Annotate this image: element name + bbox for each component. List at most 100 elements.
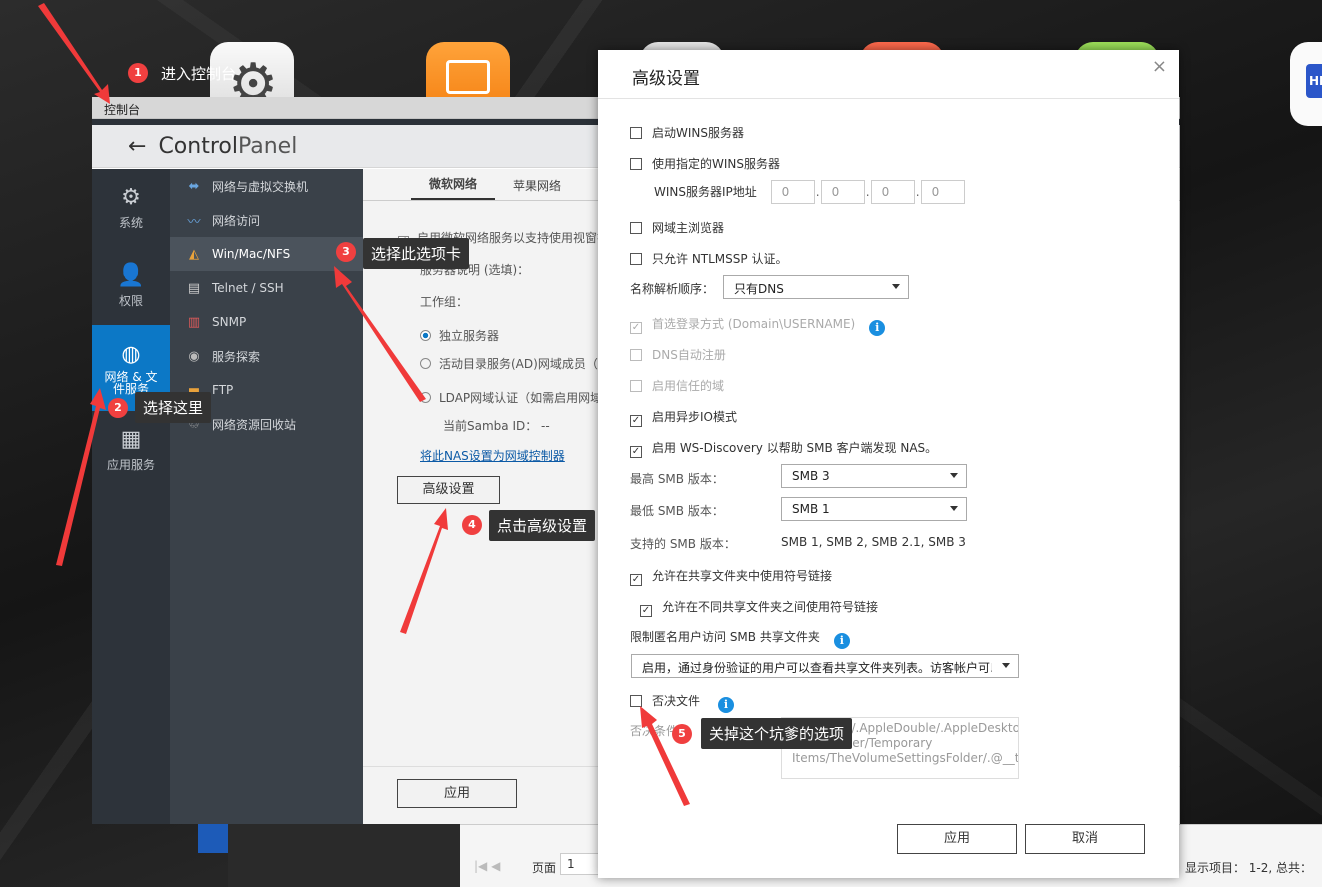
preferred-login-checkbox: ✓ [630, 322, 642, 334]
nav-item-system[interactable]: ⚙ 系统 [92, 169, 170, 247]
radio-standalone[interactable]: 独立服务器 [420, 327, 499, 344]
info-icon[interactable]: i [833, 633, 850, 649]
discovery-icon: ◉ [188, 348, 200, 364]
radio[interactable] [420, 330, 431, 341]
wins-ip-octet[interactable]: 0 [920, 180, 965, 204]
radio[interactable] [420, 358, 431, 369]
wins-ip-octet[interactable]: 0 [820, 180, 865, 204]
symlink-between-label: 允许在不同共享文件夹之间使用符号链接 [662, 600, 879, 614]
nav-item-privilege[interactable]: 👤 权限 [92, 247, 170, 325]
trusted-domain-checkbox [630, 380, 642, 392]
wins-ip-octet[interactable]: 0 [870, 180, 915, 204]
app-icon[interactable]: HI [1290, 42, 1322, 126]
annotation-label-4: 点击高级设置 [489, 510, 596, 541]
wins-enable-checkbox[interactable] [630, 127, 642, 139]
dialog-apply-button[interactable]: 应用 [897, 824, 1017, 854]
preferred-login-label: 首选登录方式 (Domain\USERNAME) [652, 317, 856, 331]
radio-ad[interactable]: 活动目录服务(AD)网域成员（如 [420, 355, 610, 372]
anon-access-select[interactable]: 启用，通过身份验证的用户可以查看共享文件夹列表。访客帐户可以访 [631, 654, 1019, 678]
chevron-down-icon [1002, 663, 1010, 668]
radio-label: 独立服务器 [439, 329, 500, 343]
domain-controller-link[interactable]: 将此NAS设置为网域控制器 [420, 447, 565, 464]
symlink-share-checkbox[interactable]: ✓ [630, 574, 642, 586]
chevron-down-icon [892, 284, 900, 289]
wins-enable-row[interactable]: 启动WINS服务器 [630, 124, 744, 141]
ws-discovery-checkbox[interactable]: ✓ [630, 446, 642, 458]
chevron-down-icon [950, 506, 958, 511]
domain-master-row[interactable]: 网域主浏览器 [630, 219, 724, 236]
sub-item-snmp[interactable]: ▥ SNMP [170, 305, 363, 339]
async-io-checkbox[interactable]: ✓ [630, 415, 642, 427]
bar-chart-icon: ▥ [187, 314, 201, 330]
annotation-number-3: 3 [336, 242, 356, 262]
chevron-down-icon [950, 473, 958, 478]
annotation-label-3: 选择此选项卡 [363, 238, 470, 269]
wins-use-checkbox[interactable] [630, 158, 642, 170]
info-icon[interactable]: i [869, 320, 886, 336]
sub-nav: ⬌ 网络与虚拟交换机 〰网络访问 ◭ Win/Mac/NFS ▤ Telnet / S… [170, 169, 363, 824]
ntlmssp-row[interactable]: 只允许 NTLMSSP 认证。 [630, 250, 787, 267]
trusted-domain-label: 启用信任的域 [652, 379, 725, 393]
veto-label: 否决文件 [652, 694, 701, 708]
symlink-share-label: 允许在共享文件夹中使用符号链接 [652, 569, 833, 583]
radio[interactable] [420, 392, 431, 403]
wins-use-label: 使用指定的WINS服务器 [652, 157, 780, 171]
ws-discovery-row[interactable]: ✓ 启用 WS-Discovery 以帮助 SMB 客户端发现 NAS。 [630, 439, 937, 458]
annotation-number-1: 1 [128, 63, 148, 83]
apps-icon: ▦ [120, 427, 142, 452]
cp-title-panel: Panel [237, 133, 298, 159]
wins-enable-label: 启动WINS服务器 [652, 126, 744, 140]
sub-label: 服务探索 [212, 349, 261, 364]
async-io-row[interactable]: ✓ 启用异步IO模式 [630, 408, 737, 427]
annotation-number-5: 5 [672, 724, 692, 744]
radio-ldap[interactable]: LDAP网域认证（如需启用网域 [420, 389, 602, 406]
preferred-login-row: ✓ 首选登录方式 (Domain\USERNAME) i [630, 315, 886, 336]
supported-smb-value: SMB 1, SMB 2, SMB 2.1, SMB 3 [781, 535, 966, 549]
wins-ip-octet[interactable]: 0 [770, 180, 815, 204]
annotation-label-2: 选择这里 [135, 392, 212, 423]
min-smb-select[interactable]: SMB 1 [781, 497, 967, 521]
wins-use-row[interactable]: 使用指定的WINS服务器 [630, 155, 780, 172]
annotation-number-4: 4 [462, 515, 482, 535]
pager-total: 显示项目： 1-2, 总共： [1184, 861, 1312, 875]
name-order-select[interactable]: 只有DNS [723, 275, 909, 299]
annotation-label-5: 关掉这个坑爹的选项 [701, 718, 853, 749]
async-io-label: 启用异步IO模式 [652, 410, 737, 424]
symlink-share-row[interactable]: ✓ 允许在共享文件夹中使用符号链接 [630, 567, 832, 586]
radio-label: 活动目录服务(AD)网域成员（如 [439, 357, 610, 371]
symlink-between-row[interactable]: ✓ 允许在不同共享文件夹之间使用符号链接 [640, 598, 878, 617]
nav-label: 网络 & 文件服务 [104, 369, 158, 396]
veto-checkbox[interactable] [630, 695, 642, 707]
workgroup-label: 工作组： [420, 295, 469, 309]
sub-label: SNMP [212, 315, 247, 329]
pager-page-label: 页面 [532, 861, 557, 875]
sub-label: 网络访问 [212, 213, 261, 228]
folder-icon [446, 60, 490, 94]
domain-master-checkbox[interactable] [630, 222, 642, 234]
sub-item-win-mac-nfs[interactable]: ◭ Win/Mac/NFS [170, 237, 363, 271]
dns-auto-checkbox [630, 349, 642, 361]
tab-microsoft[interactable]: 微软网络 [411, 175, 496, 200]
ws-discovery-label: 启用 WS-Discovery 以帮助 SMB 客户端发现 NAS。 [652, 441, 938, 455]
dns-auto-label: DNS自动注册 [652, 348, 726, 362]
tab-apple[interactable]: 苹果网络 [495, 177, 579, 200]
pager-first-prev-icon[interactable]: |◀ ◀ [474, 859, 500, 873]
back-arrow-icon[interactable]: ← [128, 134, 146, 159]
dialog-cancel-button[interactable]: 取消 [1025, 824, 1145, 854]
radio-label: LDAP网域认证（如需启用网域 [439, 391, 603, 405]
sub-item-discovery[interactable]: ◉ 服务探索 [170, 339, 363, 373]
max-smb-select[interactable]: SMB 3 [781, 464, 967, 488]
sub-label: Telnet / SSH [212, 281, 284, 295]
close-icon[interactable]: × [1152, 56, 1167, 77]
info-icon[interactable]: i [718, 697, 735, 713]
sub-item-network-access[interactable]: 〰网络访问 [170, 203, 363, 237]
advanced-settings-button[interactable]: 高级设置 [397, 476, 500, 504]
pager-page-input[interactable]: 1 [560, 853, 600, 875]
cp-apply-button[interactable]: 应用 [397, 779, 517, 808]
sub-item-network-switch[interactable]: ⬌ 网络与虚拟交换机 [170, 169, 363, 203]
veto-row[interactable]: 否决文件 i [630, 692, 735, 713]
anon-access-value: 启用，通过身份验证的用户可以查看共享文件夹列表。访客帐户可以访 [642, 661, 992, 675]
sub-item-telnet-ssh[interactable]: ▤ Telnet / SSH [170, 271, 363, 305]
symlink-between-checkbox[interactable]: ✓ [640, 605, 652, 617]
ntlmssp-checkbox[interactable] [630, 253, 642, 265]
